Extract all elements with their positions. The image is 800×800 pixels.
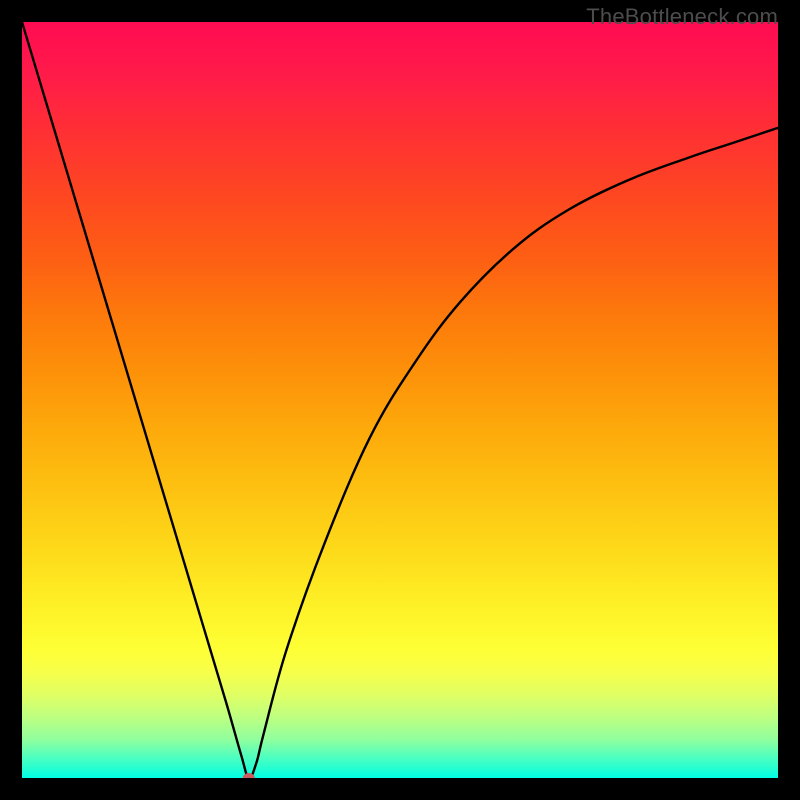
watermark-text: TheBottleneck.com [586, 4, 778, 30]
plot-area [22, 22, 778, 778]
chart-frame: TheBottleneck.com [0, 0, 800, 800]
bottleneck-curve [22, 22, 778, 778]
